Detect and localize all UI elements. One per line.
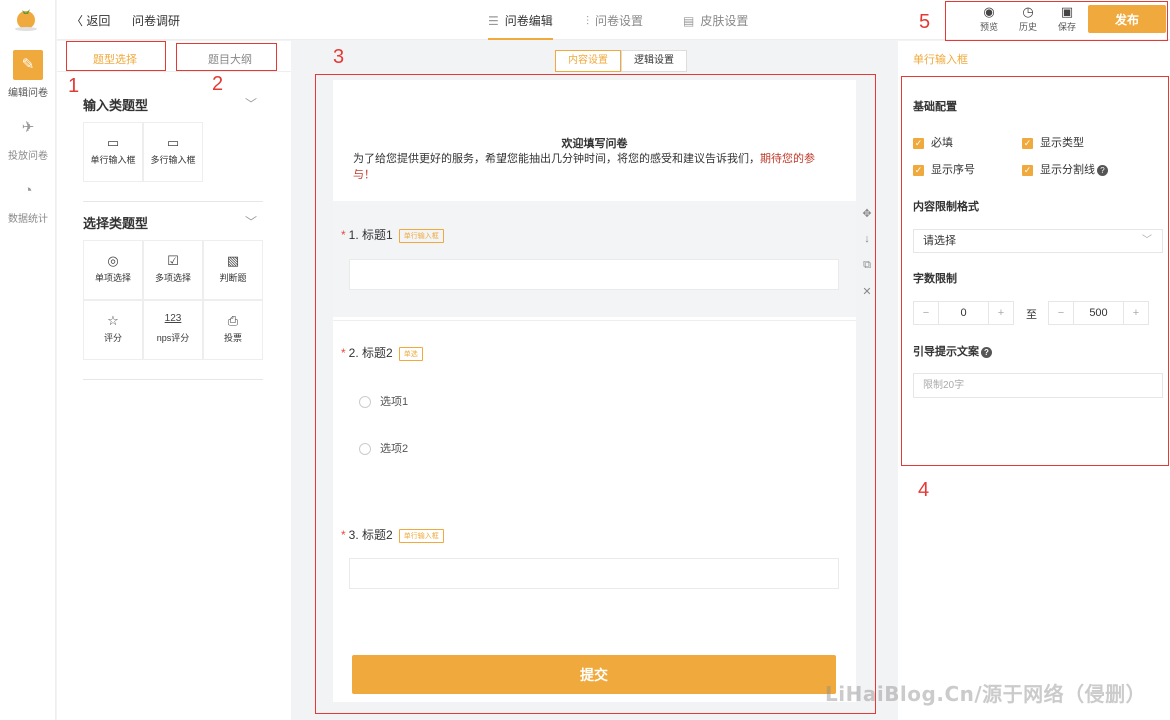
tab-logic-settings[interactable]: 逻辑设置 bbox=[621, 50, 687, 72]
textarea-icon: ▭ bbox=[166, 135, 180, 150]
input-box-icon: ▭ bbox=[106, 135, 120, 150]
send-icon: ✈ bbox=[21, 119, 35, 136]
type-vote[interactable]: ⎙ 投票 bbox=[203, 300, 263, 360]
judge-icon: ▧ bbox=[226, 253, 240, 268]
chevron-down-icon[interactable]: ﹀ bbox=[245, 95, 257, 112]
pencil-icon: ✎ bbox=[13, 50, 43, 80]
tab-settings[interactable]: ⫶ 问卷设置 bbox=[586, 12, 643, 29]
annotation-number-4: 4 bbox=[918, 479, 930, 501]
tab-content-settings[interactable]: 内容设置 bbox=[555, 50, 621, 72]
type-nps[interactable]: 123 nps评分 bbox=[143, 300, 203, 360]
ballot-icon: ⎙ bbox=[227, 313, 239, 328]
annotation-box-4 bbox=[901, 76, 1169, 466]
back-button[interactable]: 〈 返回 bbox=[71, 12, 110, 29]
tab-edit[interactable]: ☰ 问卷编辑 bbox=[488, 12, 553, 40]
left-rail: ✎ 编辑问卷 ✈ 投放问卷 ◔ 数据统计 bbox=[0, 0, 56, 720]
annotation-number-5: 5 bbox=[919, 11, 931, 33]
type-multi-choice[interactable]: ☑ 多项选择 bbox=[143, 240, 203, 300]
chevron-down-icon[interactable]: ﹀ bbox=[245, 213, 257, 230]
rail-item-send[interactable]: ✈ 投放问卷 bbox=[0, 113, 56, 162]
type-multi-line[interactable]: ▭ 多行输入框 bbox=[143, 122, 203, 182]
type-single-choice[interactable]: ◎ 单项选择 bbox=[83, 240, 143, 300]
chart-pie-icon: ◔ bbox=[23, 182, 33, 199]
tab-skin[interactable]: ▤ 皮肤设置 bbox=[683, 12, 748, 29]
chevron-left-icon: 〈 bbox=[71, 14, 87, 28]
tab-divider bbox=[57, 71, 291, 72]
watermark: LiHaiBlog.Cn/源于网络（侵删） bbox=[825, 682, 1147, 706]
annotation-number-2: 2 bbox=[212, 73, 224, 95]
type-judge[interactable]: ▧ 判断题 bbox=[203, 240, 263, 300]
list-icon: ☰ bbox=[488, 14, 499, 28]
sliders-icon: ⫶ bbox=[586, 14, 590, 28]
section-input-types: 输入类题型 bbox=[83, 98, 149, 113]
rail-item-label: 编辑问卷 bbox=[8, 88, 48, 99]
logo-icon bbox=[15, 9, 37, 31]
checkbox-icon: ☑ bbox=[167, 253, 179, 268]
annotation-number-1: 1 bbox=[68, 75, 80, 97]
annotation-box-2 bbox=[176, 43, 277, 71]
divider bbox=[83, 379, 263, 380]
annotation-number-3: 3 bbox=[333, 46, 345, 68]
rail-item-label: 投放问卷 bbox=[8, 151, 48, 162]
section-choice-types: 选择类题型 bbox=[83, 216, 149, 231]
divider bbox=[83, 201, 263, 202]
question-type-panel: 题型选择 题目大纲 输入类题型 ﹀ ▭ 单行输入框 ▭ 多行输入框 选择类题型 ﹀ … bbox=[57, 41, 291, 720]
document-icon: ▤ bbox=[683, 14, 695, 28]
annotation-box-5 bbox=[945, 1, 1168, 41]
annotation-box-1 bbox=[66, 41, 166, 71]
rail-item-label: 数据统计 bbox=[8, 214, 48, 225]
type-single-line[interactable]: ▭ 单行输入框 bbox=[83, 122, 143, 182]
rail-item-edit[interactable]: ✎ 编辑问卷 bbox=[0, 50, 56, 99]
page-title: 问卷调研 bbox=[132, 14, 181, 28]
property-panel-title: 单行输入框 bbox=[913, 54, 968, 66]
type-rating[interactable]: ☆ 评分 bbox=[83, 300, 143, 360]
radio-icon: ◎ bbox=[107, 253, 119, 268]
annotation-box-3 bbox=[315, 74, 876, 714]
rail-item-stats[interactable]: ◔ 数据统计 bbox=[0, 176, 56, 225]
star-icon: ☆ bbox=[107, 313, 119, 328]
content-tabs: 内容设置 逻辑设置 bbox=[555, 50, 687, 72]
nps-icon: 123 bbox=[164, 313, 182, 324]
